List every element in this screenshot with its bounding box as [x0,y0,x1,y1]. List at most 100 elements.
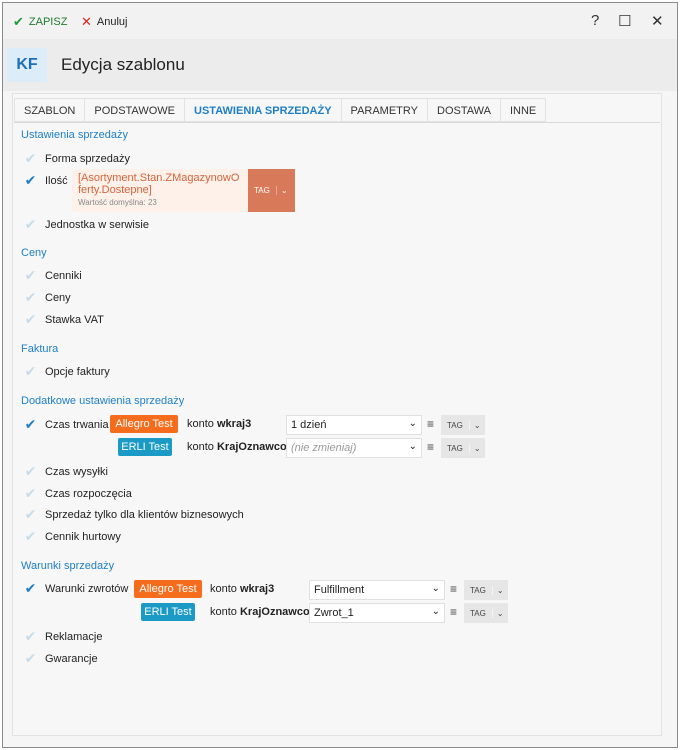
row-forma: ✔ Forma sprzedaży [22,150,130,167]
toolbar: ✔ ZAPISZ ✕ Anuluj ? ☐ ✕ [3,3,677,39]
save-button[interactable]: ✔ ZAPISZ [13,14,67,30]
menu-icon[interactable]: ≡ [450,605,457,619]
tab-dostawa[interactable]: DOSTAWA [428,98,501,122]
czas-trwania-label: Czas trwania [45,418,109,431]
returns-allegro-account: konto wkraj3 [210,583,275,595]
section-invoice-heading: Faktura [21,343,59,355]
duration-erli-tag-button[interactable]: TAG ⌄ [441,438,485,458]
row-gwarancje: ✔ Gwarancje [22,650,98,667]
ilosc-checkbox[interactable]: ✔ [22,172,39,189]
page-title: Edycja szablonu [61,55,185,74]
jednostka-label: Jednostka w serwisie [45,218,149,231]
allegro-badge: Allegro Test [110,415,178,433]
warunki-checkbox[interactable]: ✔ [22,580,39,597]
quantity-expression-field[interactable]: [Asortyment.Stan.ZMagazynowOferty.Dostep… [72,169,248,212]
czas-wysylki-label: Czas wysyłki [45,465,108,478]
returns-erli-value: Zwrot_1 [314,607,354,619]
jednostka-checkbox[interactable]: ✔ [22,216,39,233]
ilosc-label: Ilość [45,174,68,187]
menu-icon[interactable]: ≡ [450,582,457,596]
tab-ustawienia-sprzedazy[interactable]: USTAWIENIA SPRZEDAŻY [185,98,342,122]
maximize-icon[interactable]: ☐ [618,12,631,30]
returns-erli-tag-button[interactable]: TAG ⌄ [464,603,508,623]
opcje-checkbox[interactable]: ✔ [22,363,39,380]
row-vat: ✔ Stawka VAT [22,311,104,328]
vat-label: Stawka VAT [45,313,104,326]
hurtowy-label: Cennik hurtowy [45,530,121,543]
tag-label: TAG [447,443,463,453]
czas-trwania-checkbox[interactable]: ✔ [22,416,39,433]
check-icon: ✔ [13,14,24,29]
duration-erli-account: konto KrajOznawco [187,441,287,453]
tab-bar: SZABLON PODSTAWOWE USTAWIENIA SPRZEDAŻY … [14,98,547,122]
duration-allegro-select[interactable]: 1 dzień ⌄ [286,415,422,435]
biznes-label: Sprzedaż tylko dla klientów biznesowych [45,508,244,521]
chevron-down-icon: ⌄ [431,606,440,617]
tag-label: TAG [447,420,463,430]
section-sales-heading: Ustawienia sprzedaży [21,129,128,141]
reklamacje-label: Reklamacje [45,630,103,643]
cancel-button[interactable]: ✕ Anuluj [81,14,127,30]
row-czas-trwania: ✔ Czas trwania [22,416,109,433]
cancel-label: Anuluj [96,16,128,28]
row-warunki: ✔ Warunki zwrotów [22,580,129,597]
cenniki-checkbox[interactable]: ✔ [22,267,39,284]
tab-podstawowe[interactable]: PODSTAWOWE [85,98,186,122]
czas-rozpoczecia-label: Czas rozpoczęcia [45,487,132,500]
tab-parametry[interactable]: PARAMETRY [341,98,428,122]
quantity-tag-button[interactable]: TAG ⌄ [248,169,295,212]
opcje-label: Opcje faktury [45,365,110,378]
vat-checkbox[interactable]: ✔ [22,311,39,328]
app-logo: KF [7,48,47,82]
chevron-down-icon: ⌄ [408,441,417,452]
save-label: ZAPISZ [28,16,68,28]
chevron-down-icon[interactable]: ⌄ [468,420,485,430]
forma-checkbox[interactable]: ✔ [22,150,39,167]
page-header: KF Edycja szablonu [3,39,677,91]
chevron-down-icon[interactable]: ⌄ [491,608,508,618]
section-additional-heading: Dodatkowe ustawienia sprzedaży [21,395,185,407]
row-cenniki: ✔ Cenniki [22,267,82,284]
chevron-down-icon[interactable]: ⌄ [275,186,292,195]
quantity-default: Wartość domyślna: 23 [78,198,157,207]
reklamacje-checkbox[interactable]: ✔ [22,628,39,645]
cenniki-label: Cenniki [45,269,82,282]
czas-rozpoczecia-checkbox[interactable]: ✔ [22,485,39,502]
gwarancje-checkbox[interactable]: ✔ [22,650,39,667]
menu-icon[interactable]: ≡ [427,440,434,454]
czas-wysylki-checkbox[interactable]: ✔ [22,463,39,480]
duration-allegro-tag-button[interactable]: TAG ⌄ [441,415,485,435]
row-reklamacje: ✔ Reklamacje [22,628,103,645]
row-czas-wysylki: ✔ Czas wysyłki [22,463,108,480]
help-icon[interactable]: ? [591,12,599,29]
chevron-down-icon: ⌄ [431,583,440,594]
returns-allegro-tag-button[interactable]: TAG ⌄ [464,580,508,600]
section-conditions-heading: Warunki sprzedaży [21,560,115,572]
hurtowy-checkbox[interactable]: ✔ [22,528,39,545]
biznes-checkbox[interactable]: ✔ [22,506,39,523]
tab-inne[interactable]: INNE [500,98,547,122]
window-close-icon[interactable]: ✕ [651,12,664,30]
chevron-down-icon[interactable]: ⌄ [468,443,485,453]
erli-badge: ERLI Test [141,603,195,621]
tab-szablon[interactable]: SZABLON [14,98,86,122]
tag-label: TAG [470,608,486,618]
erli-badge: ERLI Test [118,438,172,456]
duration-erli-select[interactable]: (nie zmieniaj) ⌄ [286,438,422,458]
quantity-expression: [Asortyment.Stan.ZMagazynowOferty.Dostep… [78,172,240,196]
row-biznes: ✔ Sprzedaż tylko dla klientów biznesowyc… [22,506,244,523]
ceny-label: Ceny [45,291,71,304]
chevron-down-icon[interactable]: ⌄ [491,585,508,595]
row-jednostka: ✔ Jednostka w serwisie [22,216,149,233]
tag-label: TAG [470,585,486,595]
duration-erli-placeholder: (nie zmieniaj) [291,442,357,454]
returns-erli-account: konto KrajOznawco [210,606,310,618]
forma-label: Forma sprzedaży [45,152,130,165]
returns-allegro-select[interactable]: Fulfillment ⌄ [309,580,445,600]
ceny-checkbox[interactable]: ✔ [22,289,39,306]
row-opcje: ✔ Opcje faktury [22,363,110,380]
quantity-tag-label: TAG [254,186,270,195]
close-icon: ✕ [81,14,92,29]
returns-erli-select[interactable]: Zwrot_1 ⌄ [309,603,445,623]
menu-icon[interactable]: ≡ [427,417,434,431]
